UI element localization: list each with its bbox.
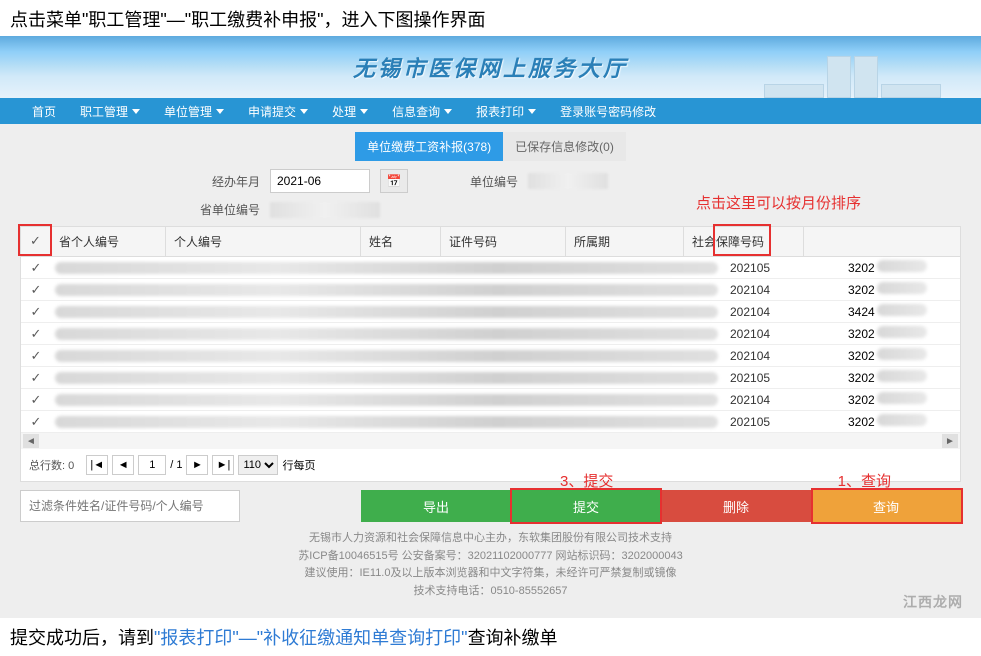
main-nav: 首页 职工管理 单位管理 申请提交 处理 信息查询 报表打印 登录账号密码修改 bbox=[0, 98, 981, 124]
row-checkbox[interactable]: ✓ bbox=[21, 414, 51, 430]
header-name[interactable]: 姓名 bbox=[361, 227, 441, 256]
row-period: 202105 bbox=[722, 261, 840, 275]
row-social-id: 3202 bbox=[840, 414, 960, 429]
row-checkbox[interactable]: ✓ bbox=[21, 370, 51, 386]
table-row[interactable]: ✓ 202105 3202 bbox=[21, 411, 960, 433]
row-period: 202104 bbox=[722, 349, 840, 363]
horizontal-scrollbar[interactable]: ◄ ► bbox=[21, 433, 960, 449]
row-blurred-data bbox=[55, 416, 718, 428]
unit-label: 单位编号 bbox=[458, 173, 518, 190]
header-social-id[interactable]: 社会保障号码 bbox=[684, 227, 804, 256]
row-period: 202105 bbox=[722, 415, 840, 429]
nav-apply-submit[interactable]: 申请提交 bbox=[236, 98, 320, 124]
scroll-left-icon[interactable]: ◄ bbox=[23, 434, 39, 448]
row-period: 202104 bbox=[722, 305, 840, 319]
row-period: 202104 bbox=[722, 327, 840, 341]
pager-per-label: 行每页 bbox=[282, 457, 315, 473]
row-period: 202104 bbox=[722, 393, 840, 407]
row-period: 202105 bbox=[722, 371, 840, 385]
row-checkbox[interactable]: ✓ bbox=[21, 304, 51, 320]
prov-unit-value bbox=[270, 202, 380, 218]
row-checkbox[interactable]: ✓ bbox=[21, 282, 51, 298]
total-rows-label: 总行数: 0 bbox=[29, 457, 74, 473]
site-title: 无锡市医保网上服务大厅 bbox=[353, 51, 628, 83]
filter-input[interactable] bbox=[20, 490, 240, 522]
prov-unit-label: 省单位编号 bbox=[200, 201, 260, 218]
row-social-id: 3202 bbox=[840, 348, 960, 363]
tab-wage-report[interactable]: 单位缴费工资补报(378) bbox=[355, 132, 503, 161]
instruction-top: 点击菜单"职工管理"—"职工缴费补申报"，进入下图操作界面 bbox=[0, 0, 981, 36]
row-blurred-data bbox=[55, 372, 718, 384]
pager: 总行数: 0 |◄ ◄ / 1 ► ►| 110 行每页 bbox=[21, 449, 960, 481]
annotation-submit: 3、提交 bbox=[560, 470, 613, 491]
row-blurred-data bbox=[55, 350, 718, 362]
row-social-id: 3202 bbox=[840, 260, 960, 275]
annotation-sort: 点击这里可以按月份排序 bbox=[696, 192, 861, 213]
table-row[interactable]: ✓ 202105 3202 bbox=[21, 257, 960, 279]
table-body: ✓ 202105 3202✓ 202104 3202✓ 202104 3424✓… bbox=[21, 257, 960, 433]
pager-first[interactable]: |◄ bbox=[86, 455, 108, 475]
row-blurred-data bbox=[55, 284, 718, 296]
nav-report-print[interactable]: 报表打印 bbox=[464, 98, 548, 124]
instruction-bottom: 提交成功后，请到"报表打印"—"补收征缴通知单查询打印"查询补缴单 bbox=[0, 618, 981, 656]
decorative-buildings bbox=[764, 56, 941, 98]
table-row[interactable]: ✓ 202104 3202 bbox=[21, 389, 960, 411]
nav-unit-mgmt[interactable]: 单位管理 bbox=[152, 98, 236, 124]
month-input[interactable] bbox=[270, 169, 370, 193]
pager-page-input[interactable] bbox=[138, 455, 166, 475]
nav-password[interactable]: 登录账号密码修改 bbox=[548, 98, 668, 124]
table-row[interactable]: ✓ 202104 3202 bbox=[21, 345, 960, 367]
row-social-id: 3202 bbox=[840, 326, 960, 341]
pager-of: / 1 bbox=[170, 459, 182, 471]
query-button[interactable]: 查询 bbox=[811, 490, 961, 522]
month-label: 经办年月 bbox=[200, 173, 260, 190]
table-row[interactable]: ✓ 202104 3202 bbox=[21, 323, 960, 345]
header-banner: 无锡市医保网上服务大厅 bbox=[0, 36, 981, 98]
row-checkbox[interactable]: ✓ bbox=[21, 392, 51, 408]
table-row[interactable]: ✓ 202105 3202 bbox=[21, 367, 960, 389]
header-period[interactable]: 所属期 bbox=[566, 227, 684, 256]
nav-info-query[interactable]: 信息查询 bbox=[380, 98, 464, 124]
export-button[interactable]: 导出 bbox=[361, 490, 511, 522]
table-header-row: ✓ 省个人编号 个人编号 姓名 证件号码 所属期 社会保障号码 bbox=[21, 227, 960, 257]
delete-button[interactable]: 删除 bbox=[661, 490, 811, 522]
row-blurred-data bbox=[55, 306, 718, 318]
table-row[interactable]: ✓ 202104 3424 bbox=[21, 301, 960, 323]
row-checkbox[interactable]: ✓ bbox=[21, 260, 51, 276]
unit-id-value bbox=[528, 173, 608, 189]
watermark: 江西龙网 bbox=[903, 592, 963, 612]
row-social-id: 3202 bbox=[840, 392, 960, 407]
pager-size-select[interactable]: 110 bbox=[238, 455, 278, 475]
header-personal-id[interactable]: 个人编号 bbox=[166, 227, 361, 256]
row-blurred-data bbox=[55, 262, 718, 274]
row-blurred-data bbox=[55, 328, 718, 340]
nav-employee-mgmt[interactable]: 职工管理 bbox=[68, 98, 152, 124]
submit-button[interactable]: 提交 bbox=[511, 490, 661, 522]
row-social-id: 3202 bbox=[840, 370, 960, 385]
annotation-query: 1、查询 bbox=[838, 470, 891, 491]
tab-saved-edit[interactable]: 已保存信息修改(0) bbox=[503, 132, 626, 161]
header-prov-id[interactable]: 省个人编号 bbox=[51, 227, 166, 256]
footer: 无锡市人力资源和社会保障信息中心主办，东软集团股份有限公司技术支持 苏ICP备1… bbox=[20, 522, 961, 608]
tab-row: 单位缴费工资补报(378) 已保存信息修改(0) bbox=[20, 132, 961, 161]
table-row[interactable]: ✓ 202104 3202 bbox=[21, 279, 960, 301]
row-social-id: 3202 bbox=[840, 282, 960, 297]
row-checkbox[interactable]: ✓ bbox=[21, 348, 51, 364]
data-table: ✓ 省个人编号 个人编号 姓名 证件号码 所属期 社会保障号码 ✓ 202105… bbox=[20, 226, 961, 482]
nav-home[interactable]: 首页 bbox=[20, 98, 68, 124]
scroll-right-icon[interactable]: ► bbox=[942, 434, 958, 448]
header-cert-id[interactable]: 证件号码 bbox=[441, 227, 566, 256]
row-social-id: 3424 bbox=[840, 304, 960, 319]
row-blurred-data bbox=[55, 394, 718, 406]
pager-next[interactable]: ► bbox=[186, 455, 208, 475]
calendar-icon[interactable]: 📅 bbox=[380, 169, 408, 193]
row-checkbox[interactable]: ✓ bbox=[21, 326, 51, 342]
row-period: 202104 bbox=[722, 283, 840, 297]
pager-last[interactable]: ►| bbox=[212, 455, 234, 475]
pager-prev[interactable]: ◄ bbox=[112, 455, 134, 475]
header-checkbox[interactable]: ✓ bbox=[21, 227, 51, 256]
nav-process[interactable]: 处理 bbox=[320, 98, 380, 124]
